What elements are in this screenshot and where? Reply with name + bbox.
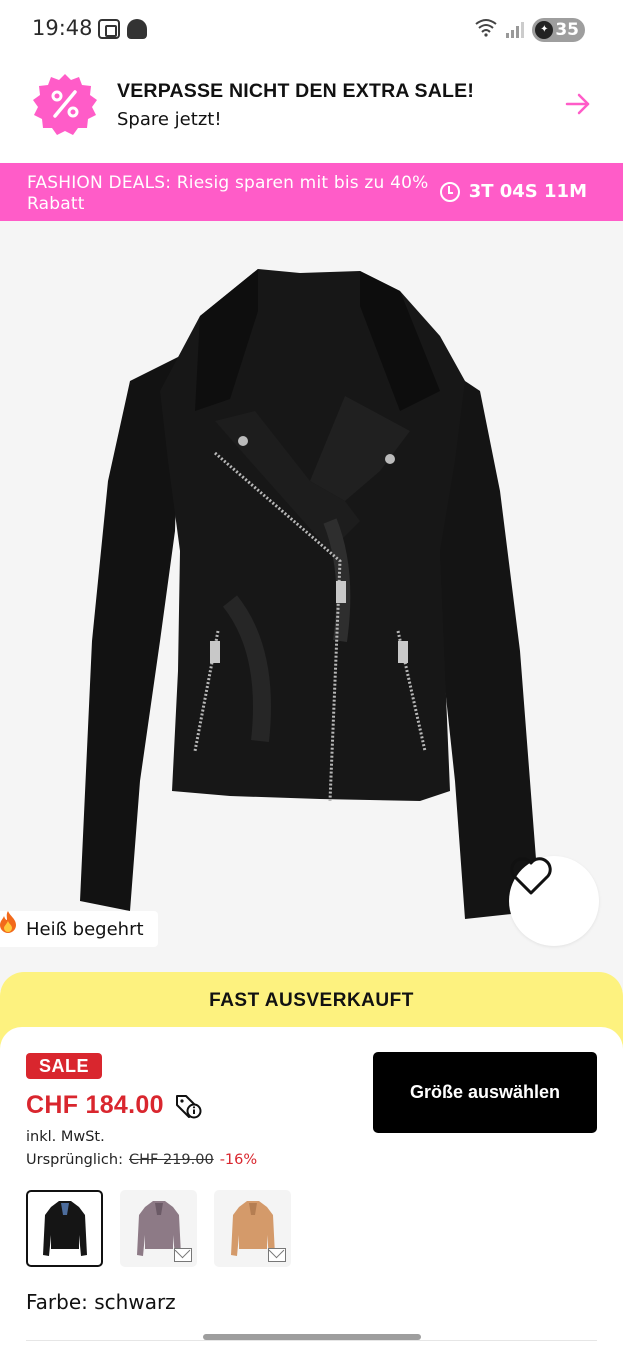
- percent-badge-icon: [33, 74, 97, 135]
- original-label: Ursprünglich:: [26, 1152, 123, 1168]
- flame-icon: [0, 911, 16, 933]
- color-label: Farbe: schwarz: [26, 1290, 176, 1314]
- clock-icon: [439, 181, 460, 202]
- status-time: 19:48: [32, 16, 93, 40]
- heart-icon: [510, 857, 552, 895]
- swatch-cognac[interactable]: [214, 1190, 291, 1267]
- promo-title: VERPASSE NICHT DEN EXTRA SALE!: [117, 80, 475, 102]
- swatch-lila[interactable]: [120, 1190, 197, 1267]
- color-swatches: [26, 1190, 291, 1267]
- original-price: CHF 219.00: [128, 1152, 214, 1168]
- mail-notify-icon: [268, 1248, 286, 1262]
- status-right-icons: ✦ 35: [474, 17, 585, 42]
- mail-notify-icon: [174, 1248, 192, 1262]
- sale-badge: SALE: [26, 1053, 103, 1079]
- wifi-icon: [474, 17, 498, 42]
- swatch-schwarz[interactable]: [26, 1190, 103, 1267]
- discount-percent: -16%: [219, 1152, 258, 1168]
- countdown-value: 3T 04S 11M: [468, 181, 587, 202]
- battery-icon: ✦ 35: [532, 17, 585, 42]
- hot-badge: Heiß begehrt: [0, 911, 158, 947]
- price-info-icon[interactable]: [174, 1093, 202, 1119]
- jacket-thumbnail-black: [42, 1200, 87, 1256]
- status-left-icons: [98, 19, 147, 39]
- original-price-row: Ursprünglich: CHF 219.00 -16%: [26, 1152, 257, 1168]
- signal-icon: [506, 21, 525, 38]
- status-bar: 19:48 ✦ 35: [0, 0, 623, 60]
- arrow-right-icon[interactable]: [565, 91, 591, 117]
- hot-label: Heiß begehrt: [26, 918, 144, 940]
- promo-subtitle: Spare jetzt!: [117, 109, 222, 130]
- battery-level: 35: [555, 19, 579, 40]
- screenshot-icon: [98, 19, 120, 39]
- sold-out-text: FAST AUSVERKAUFT: [209, 990, 414, 1011]
- fashion-deals-bar[interactable]: FASHION DEALS: Riesig sparen mit bis zu …: [0, 163, 623, 221]
- wishlist-button[interactable]: [509, 856, 599, 946]
- deals-text: FASHION DEALS: Riesig sparen mit bis zu …: [27, 173, 429, 214]
- price-row: CHF 184.00: [26, 1091, 202, 1120]
- home-indicator[interactable]: [203, 1334, 421, 1340]
- divider: [26, 1340, 597, 1341]
- select-size-button[interactable]: Größe auswählen: [373, 1052, 597, 1133]
- vat-note: inkl. MwSt.: [26, 1129, 105, 1145]
- snapchat-icon: [127, 19, 147, 39]
- price: CHF 184.00: [26, 1091, 164, 1119]
- deals-countdown: 3T 04S 11M: [439, 181, 587, 202]
- product-image[interactable]: Heiß begehrt: [0, 221, 623, 991]
- battery-saver-icon: ✦: [535, 20, 554, 39]
- product-info-card: SALE CHF 184.00 inkl. MwSt. Ursprünglich…: [0, 1027, 623, 1350]
- promo-banner[interactable]: VERPASSE NICHT DEN EXTRA SALE! Spare jet…: [0, 60, 623, 163]
